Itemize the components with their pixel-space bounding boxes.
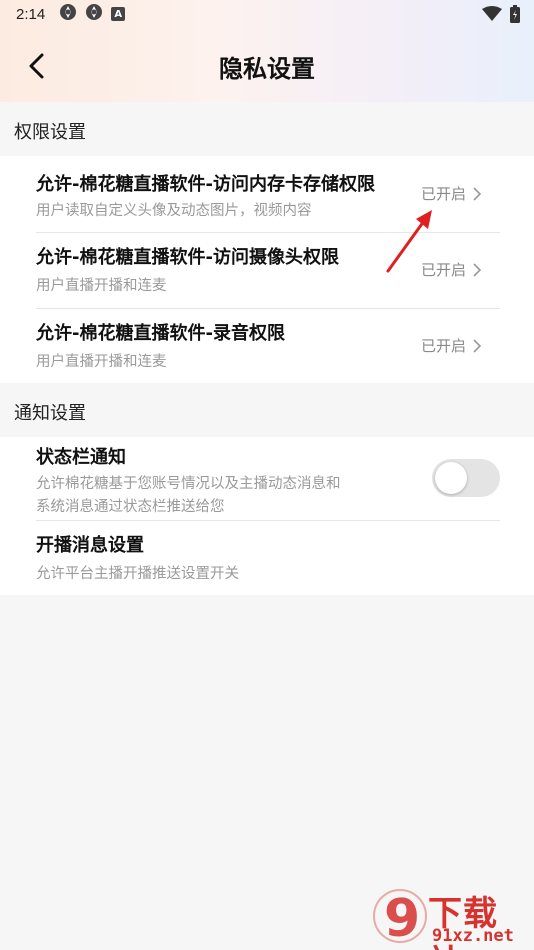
header-background: 2:14 A 隐私设置 (0, 0, 534, 102)
status-label: 已开启 (420, 337, 466, 355)
permissions-card: 允许-棉花糖直播软件-访问内存卡存储权限 用户读取自定义头像及动态图片，视频内容… (0, 156, 534, 383)
notification-row-live-start[interactable]: 开播消息设置 允许平台主播开播推送设置开关 (36, 521, 500, 595)
permission-row-microphone[interactable]: 允许-棉花糖直播软件-录音权限 用户直播开播和连麦 已开启 (36, 309, 500, 383)
row-description: 用户读取自定义头像及动态图片，视频内容 (36, 203, 312, 219)
watermark-url: 91xz.net (432, 926, 514, 946)
section-label-permissions: 权限设置 (14, 122, 86, 143)
app-notification-icon (59, 3, 77, 25)
annotation-arrow-icon (386, 210, 432, 273)
app-notification-icon (85, 3, 103, 25)
row-title: 允许-棉花糖直播软件-访问内存卡存储权限 (36, 174, 375, 195)
row-description-line2: 系统消息通过状态栏推送给您 (36, 499, 225, 515)
row-description: 用户直播开播和连麦 (36, 354, 167, 370)
row-title: 允许-棉花糖直播软件-录音权限 (36, 323, 285, 344)
toggle-knob (435, 462, 467, 494)
a-badge-icon: A (111, 7, 126, 21)
chevron-right-icon (473, 338, 482, 353)
status-label: 已开启 (420, 185, 466, 203)
notifications-card: 状态栏通知 允许棉花糖基于您账号情况以及主播动态消息和 系统消息通过状态栏推送给… (0, 437, 534, 595)
row-description: 用户直播开播和连麦 (36, 278, 167, 294)
battery-icon (510, 5, 520, 27)
section-label-notifications: 通知设置 (14, 403, 86, 424)
wifi-icon (482, 6, 502, 26)
chevron-right-icon (473, 186, 482, 201)
row-title: 状态栏通知 (36, 447, 126, 468)
permission-status: 已开启 (421, 183, 482, 204)
status-bar: 2:14 A (0, 0, 534, 28)
svg-text:9: 9 (384, 889, 420, 948)
statusbar-notification-toggle[interactable] (432, 459, 500, 497)
row-description-line1: 允许棉花糖基于您账号情况以及主播动态消息和 (36, 476, 341, 492)
watermark: 9 下载站 91xz.net (370, 884, 532, 950)
row-title: 开播消息设置 (36, 535, 144, 556)
status-time: 2:14 (16, 5, 46, 23)
row-description: 允许平台主播开播推送设置开关 (36, 566, 239, 582)
row-title: 允许-棉花糖直播软件-访问摄像头权限 (36, 247, 339, 268)
notification-row-statusbar: 状态栏通知 允许棉花糖基于您账号情况以及主播动态消息和 系统消息通过状态栏推送给… (36, 437, 500, 520)
permission-status: 已开启 (421, 335, 482, 356)
chevron-right-icon (473, 262, 482, 277)
watermark-logo-icon: 9 (373, 889, 427, 948)
page-title: 隐私设置 (219, 55, 315, 83)
